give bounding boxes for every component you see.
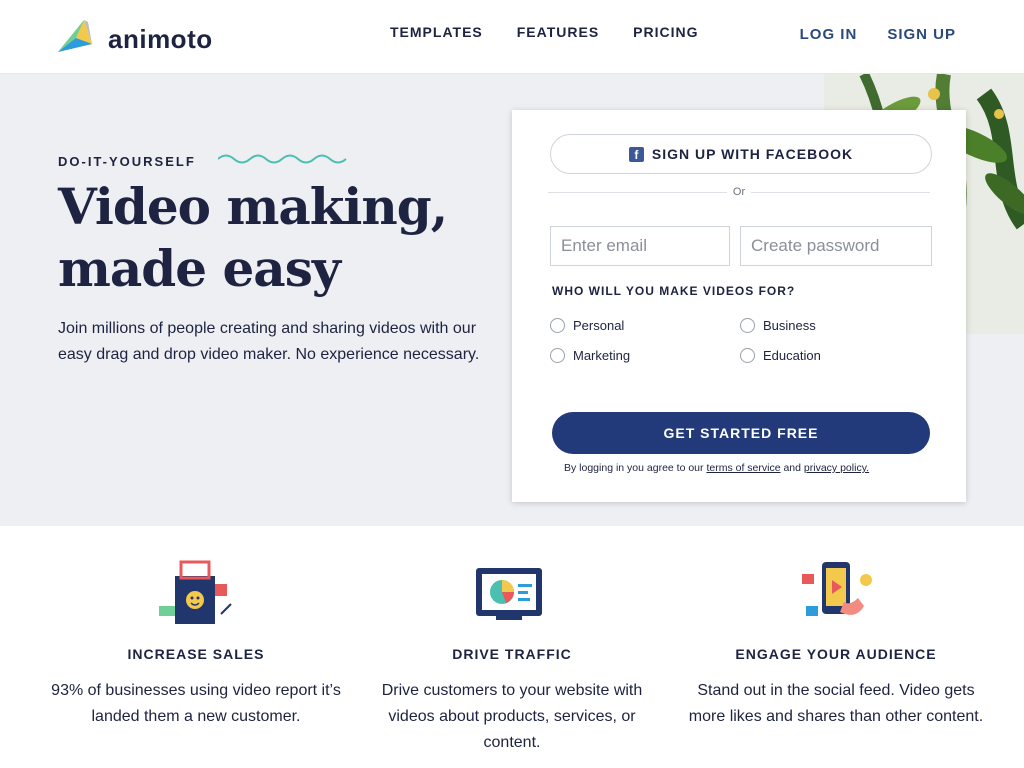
feature-title: ENGAGE YOUR AUDIENCE [735,646,937,662]
terms-of-service-link[interactable]: terms of service [706,462,780,474]
feature-description: 93% of businesses using video report it’… [51,682,341,725]
feature-title: DRIVE TRAFFIC [452,646,572,662]
option-label: Personal [573,317,625,333]
hero-eyebrow: DO-IT-YOURSELF [58,154,196,169]
hero-section: DO-IT-YOURSELF Video making, made easy J… [0,74,1024,526]
radio-button-icon[interactable] [550,347,565,363]
nav-pricing[interactable]: PRICING [633,24,698,40]
features-section: INCREASE SALES 93% of businesses using v… [0,526,1024,768]
auth-links: LOG IN SIGN UP [800,26,956,43]
squiggle-decoration-icon [218,154,347,164]
video-purpose-question: WHO WILL YOU MAKE VIDEOS FOR? [552,284,796,298]
legal-notice: By logging in you agree to our terms of … [564,462,869,474]
signup-card: f SIGN UP WITH FACEBOOK Or WHO WILL YOU … [512,110,966,502]
legal-and: and [783,462,801,474]
facebook-signup-button[interactable]: f SIGN UP WITH FACEBOOK [550,134,932,174]
option-marketing[interactable]: Marketing [550,340,740,370]
divider-line [751,191,931,193]
option-business[interactable]: Business [740,310,930,340]
divider-line [548,191,727,193]
option-education[interactable]: Education [740,340,930,370]
nav-templates[interactable]: TEMPLATES [390,24,483,40]
analytics-screen-icon [476,568,542,620]
facebook-icon: f [628,146,644,162]
video-purpose-options: Personal Business Marketing Education [550,310,930,370]
feature-description: Stand out in the social feed. Video gets… [688,682,984,725]
password-input[interactable] [740,226,932,266]
radio-button-icon[interactable] [740,347,755,363]
option-label: Business [763,317,816,333]
nav-features[interactable]: FEATURES [517,24,599,40]
hero-subtext: Join millions of people creating and sha… [58,320,480,363]
get-started-free-button[interactable]: GET STARTED FREE [552,412,930,454]
login-link[interactable]: LOG IN [800,26,858,43]
top-navigation-bar: animoto TEMPLATES FEATURES PRICING LOG I… [0,0,1024,74]
privacy-policy-link[interactable]: privacy policy. [804,462,869,474]
or-divider: Or [548,182,931,202]
facebook-signup-label: SIGN UP WITH FACEBOOK [651,146,854,162]
option-label: Education [763,347,821,363]
option-label: Marketing [573,347,631,363]
feature-description: Drive customers to your website with vid… [381,682,643,751]
option-personal[interactable]: Personal [550,310,740,340]
animoto-logo[interactable] [54,14,96,56]
radio-button-icon[interactable] [740,317,755,333]
brand-name[interactable]: animoto [108,24,213,55]
primary-nav: TEMPLATES FEATURES PRICING [390,24,699,40]
or-label: Or [732,186,746,198]
hero-headline: Video making, made easy [58,177,448,298]
signup-link[interactable]: SIGN UP [887,26,956,43]
feature-title: INCREASE SALES [127,646,265,662]
email-input[interactable] [550,226,730,266]
phone-social-icon [802,562,872,616]
radio-button-icon[interactable] [550,317,565,333]
shopping-bag-icon [159,560,232,624]
legal-prefix: By logging in you agree to our [564,462,704,474]
